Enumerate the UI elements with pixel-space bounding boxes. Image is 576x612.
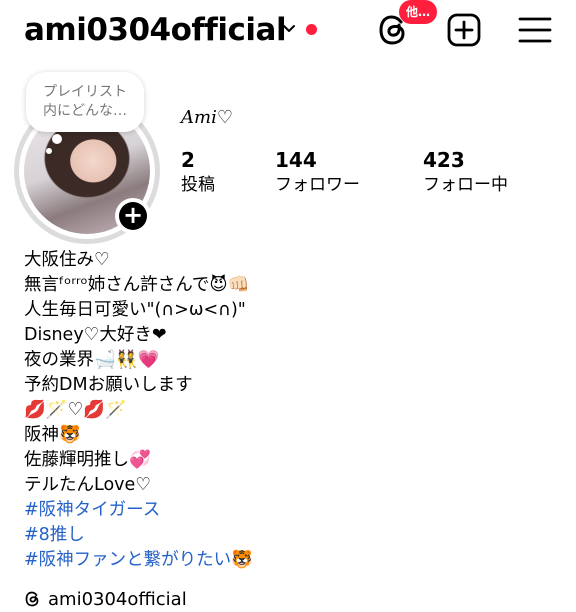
bio-line: 無言ᶠᵒʳʳᵒ姉さん許さんで😈👊🏻: [24, 275, 250, 295]
display-name: 𝐴𝑚𝑖♡: [181, 107, 233, 128]
note-line-2: 内にどんな…: [43, 103, 127, 119]
bio-line: 人生毎日可愛い"(∩>ω<∩)": [24, 300, 246, 320]
bio: 大阪住み♡ 無言ᶠᵒʳʳᵒ姉さん許さんで😈👊🏻 人生毎日可愛い"(∩>ω<∩)"…: [24, 248, 253, 573]
menu-icon[interactable]: [516, 12, 554, 48]
notification-dot: [306, 24, 317, 35]
stat-posts[interactable]: 2 投稿: [181, 147, 215, 197]
threads-profile-link[interactable]: ami0304official: [24, 588, 187, 612]
username-switcher[interactable]: ami0304official: [24, 10, 287, 50]
bio-line: 💋🪄♡💋🪄: [24, 400, 127, 420]
chevron-down-icon[interactable]: [282, 22, 296, 36]
bio-line: 予約DMお願いします: [24, 375, 193, 395]
stat-followers-count: 144: [275, 148, 317, 172]
bio-line: Disney♡大好き❤: [24, 325, 167, 345]
bio-line: 夜の業界🛁👯💗: [24, 350, 160, 370]
threads-link-icon: [25, 591, 39, 607]
threads-notification-badge[interactable]: 他…: [399, 0, 438, 24]
hashtag-link[interactable]: #8推し: [24, 523, 253, 548]
bio-line: 阪神🐯: [24, 425, 81, 445]
stat-followers[interactable]: 144 フォロワー: [275, 147, 360, 197]
add-story-button[interactable]: +: [119, 202, 147, 230]
create-post-icon[interactable]: [446, 12, 482, 48]
stat-following-label: フォロー中: [423, 175, 508, 195]
note-bubble-tail: [52, 134, 62, 144]
note-bubble[interactable]: プレイリスト 内にどんな…: [26, 72, 144, 132]
bio-line: テルたんLove♡: [24, 475, 151, 495]
stat-posts-count: 2: [181, 148, 195, 172]
bio-line: 大阪住み♡: [24, 250, 110, 270]
note-line-1: プレイリスト: [43, 84, 127, 100]
stat-following[interactable]: 423 フォロー中: [423, 147, 508, 197]
note-bubble-tail-small: [46, 148, 52, 154]
stat-posts-label: 投稿: [181, 175, 215, 195]
stat-followers-label: フォロワー: [275, 175, 360, 195]
hashtag-link[interactable]: #阪神タイガース: [24, 498, 253, 523]
stat-following-count: 423: [423, 148, 465, 172]
hashtag-link[interactable]: #阪神ファンと繋がりたい🐯: [24, 548, 253, 573]
bio-line: 佐藤輝明推し💞: [24, 450, 151, 470]
